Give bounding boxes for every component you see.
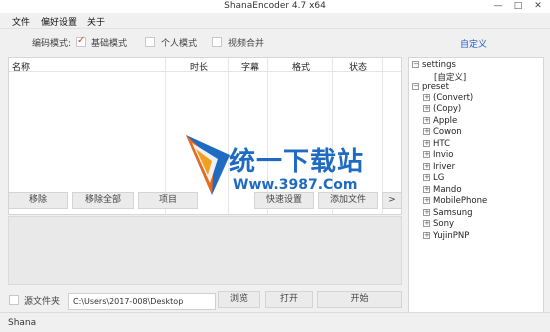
log-panel	[8, 216, 402, 285]
output-path-field[interactable]: C:\Users\2017-008\Desktop	[68, 293, 216, 310]
status-text: Shana	[8, 318, 37, 328]
remove-button[interactable]: 移除	[8, 192, 68, 209]
tree-node-htc[interactable]: + HTC	[423, 139, 450, 149]
video-merge-label: 视频合并	[228, 39, 265, 49]
column-divider	[382, 58, 383, 214]
expand-icon[interactable]: +	[423, 128, 430, 135]
main-area: 编码模式: 基础模式 个人模式 视频合并 自定义 名称 时长 字幕 格式 状态 …	[0, 29, 550, 314]
menu-bar: 文件 偏好设置 关于	[0, 13, 550, 29]
source-folder-label: 源文件夹	[24, 297, 61, 307]
close-button[interactable]: ✕	[528, 0, 548, 13]
tree-node-cowon[interactable]: + Cowon	[423, 127, 462, 137]
expand-icon[interactable]: +	[423, 94, 430, 101]
personal-mode-checkbox[interactable]	[145, 37, 155, 47]
tree-node-iriver[interactable]: + Iriver	[423, 162, 455, 172]
column-divider	[165, 58, 166, 214]
preset-tree[interactable]: − settings [自定义] − preset + (Convert) + (Cop…	[408, 57, 544, 314]
remove-all-button[interactable]: 移除全部	[72, 192, 134, 209]
browse-button[interactable]: 浏览	[218, 291, 260, 308]
tree-node-mando[interactable]: + Mando	[423, 185, 462, 195]
expand-icon[interactable]: +	[423, 197, 430, 204]
tree-node-convert[interactable]: + (Convert)	[423, 93, 473, 103]
tree-node-lg[interactable]: + LG	[423, 173, 444, 183]
menu-file[interactable]: 文件	[12, 15, 30, 28]
watermark-url: Www.3987.Com	[233, 177, 358, 193]
add-file-button[interactable]: 添加文件	[318, 192, 378, 209]
custom-link[interactable]: 自定义	[460, 37, 487, 50]
basic-mode-label: 基础模式	[91, 39, 128, 49]
tree-node-samsung[interactable]: + Samsung	[423, 208, 472, 218]
expand-icon[interactable]: +	[423, 186, 430, 193]
video-merge-checkbox[interactable]	[212, 37, 222, 47]
expand-icon[interactable]: +	[423, 140, 430, 147]
tree-node-apple[interactable]: + Apple	[423, 116, 457, 126]
expand-icon[interactable]: +	[423, 105, 430, 112]
expand-icon[interactable]: +	[423, 117, 430, 124]
start-button[interactable]: 开始	[317, 291, 402, 308]
expand-icon[interactable]: +	[423, 220, 430, 227]
status-bar: Shana	[0, 312, 550, 332]
column-subtitle[interactable]: 字幕	[241, 60, 259, 73]
site-logo-icon	[186, 135, 230, 195]
expand-icon[interactable]: +	[423, 151, 430, 158]
menu-preferences[interactable]: 偏好设置	[41, 15, 77, 28]
table-header: 名称 时长 字幕 格式 状态	[9, 58, 401, 73]
personal-mode-label: 个人模式	[161, 39, 198, 49]
column-name[interactable]: 名称	[12, 60, 30, 73]
collapse-icon[interactable]: −	[412, 61, 419, 68]
column-format[interactable]: 格式	[292, 60, 310, 73]
maximize-button[interactable]: □	[508, 0, 528, 13]
tree-node-yujinpnp[interactable]: + YujinPNP	[423, 231, 469, 241]
open-button[interactable]: 打开	[265, 291, 313, 308]
window-title: ShanaEncoder 4.7 x64	[224, 1, 326, 11]
project-button[interactable]: 项目	[138, 192, 198, 209]
basic-mode-checkbox[interactable]	[76, 35, 86, 47]
watermark-text: 统一下载站	[229, 147, 365, 177]
tree-node-sony[interactable]: + Sony	[423, 219, 454, 229]
tree-node-copy[interactable]: + (Copy)	[423, 104, 461, 114]
more-button[interactable]: >	[382, 192, 402, 209]
quick-settings-button[interactable]: 快速设置	[254, 192, 314, 209]
tree-node-invio[interactable]: + Invio	[423, 150, 454, 160]
column-status[interactable]: 状态	[349, 60, 367, 73]
tree-node-mobilephone[interactable]: + MobilePhone	[423, 196, 487, 206]
collapse-icon[interactable]: −	[412, 83, 419, 90]
title-bar: ShanaEncoder 4.7 x64 — □ ✕	[0, 0, 550, 13]
minimize-button[interactable]: —	[488, 0, 508, 13]
column-duration[interactable]: 时长	[190, 60, 208, 73]
source-folder-checkbox[interactable]	[9, 295, 19, 305]
expand-icon[interactable]: +	[423, 163, 430, 170]
menu-about[interactable]: 关于	[87, 15, 105, 28]
tree-node-settings[interactable]: − settings	[412, 60, 456, 70]
expand-icon[interactable]: +	[423, 209, 430, 216]
expand-icon[interactable]: +	[423, 174, 430, 181]
encode-mode-label: 编码模式:	[32, 39, 72, 49]
tree-node-preset[interactable]: − preset	[412, 82, 449, 92]
expand-icon[interactable]: +	[423, 232, 430, 239]
